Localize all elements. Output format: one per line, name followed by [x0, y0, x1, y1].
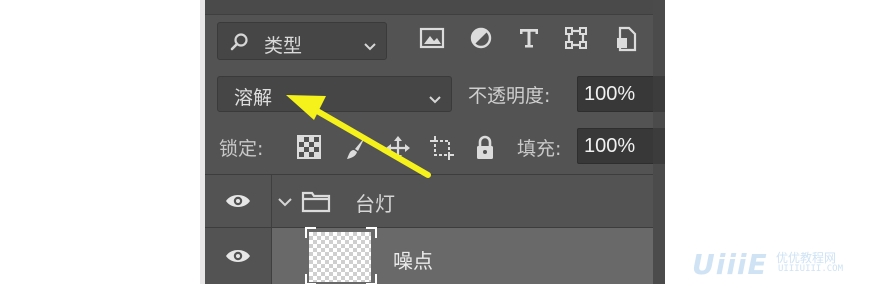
watermark-logo: UiiiE [692, 248, 768, 281]
watermark-url: UIIIUIII.COM [778, 264, 844, 274]
annotation-arrow [286, 95, 431, 178]
watermark: UiiiE 优优教程网 UIIIUIII.COM [692, 248, 867, 281]
